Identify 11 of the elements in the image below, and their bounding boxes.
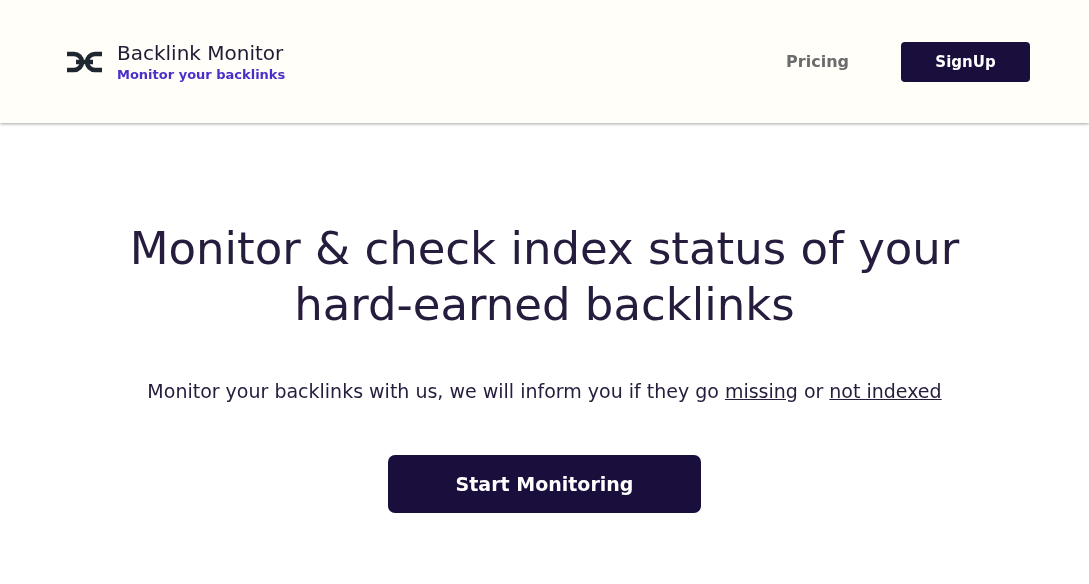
pricing-link[interactable]: Pricing [786, 52, 849, 71]
brand-title: Backlink Monitor [117, 41, 285, 65]
subtitle-text: Monitor your backlinks with us, we will inform you if they go [147, 380, 719, 402]
chain-link-icon [64, 50, 105, 73]
subtitle-text: or [803, 380, 824, 402]
subtitle-link[interactable]: not indexed [829, 380, 942, 402]
signup-button[interactable]: SignUp [901, 41, 1030, 82]
brand-tagline: Monitor your backlinks [117, 67, 286, 82]
hero-heading: Monitor & check index status of your hard-earned backlinks [128, 221, 961, 333]
subtitle-link[interactable]: missing [724, 380, 798, 402]
start-monitoring-button[interactable]: Start Monitoring [388, 455, 701, 513]
